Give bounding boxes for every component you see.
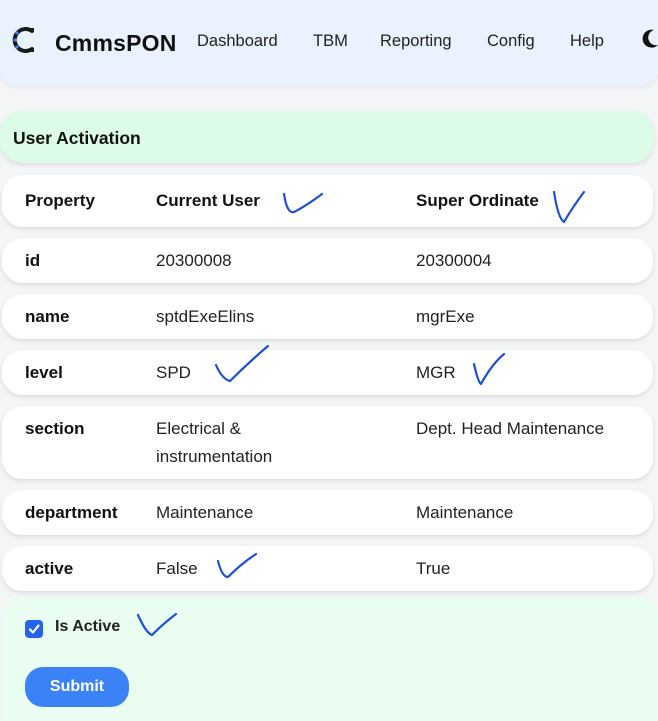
top-navbar: CmmsPON Dashboard TBM Reporting Config H… xyxy=(0,0,658,86)
row-current-value: 20300008 xyxy=(156,251,232,270)
nav-item-config[interactable]: Config xyxy=(487,32,535,51)
column-header-property: Property xyxy=(25,191,95,210)
section-header: User Activation xyxy=(0,111,654,163)
nav-item-dashboard[interactable]: Dashboard xyxy=(197,32,278,51)
table-row-department: department Maintenance Maintenance xyxy=(2,490,653,535)
is-active-checkbox[interactable] xyxy=(25,620,43,638)
row-property: id xyxy=(25,251,41,270)
gear-c-logo-icon[interactable] xyxy=(12,25,38,55)
table-row-name: name sptdExeElins mgrExe xyxy=(2,294,653,339)
row-super-value: True xyxy=(416,559,451,578)
row-super-value: Dept. Head Maintenance xyxy=(416,419,605,438)
moon-icon[interactable] xyxy=(640,28,658,50)
table-row-level: level SPD MGR xyxy=(2,350,653,395)
row-super-value: mgrExe xyxy=(416,307,475,326)
is-active-label[interactable]: Is Active xyxy=(55,618,120,636)
row-super-value: Maintenance xyxy=(416,503,514,522)
row-current-value: Electrical & instrumentation xyxy=(156,419,273,466)
row-property: section xyxy=(25,419,85,438)
brand-title[interactable]: CmmsPON xyxy=(55,30,177,57)
column-header-current-user: Current User xyxy=(156,191,260,210)
nav-item-help[interactable]: Help xyxy=(570,32,604,51)
table-row-section: section Electrical & instrumentation Dep… xyxy=(2,406,653,479)
row-property: level xyxy=(25,363,63,382)
row-super-value: MGR xyxy=(416,363,456,382)
column-header-super-ordinate: Super Ordinate xyxy=(416,191,539,210)
row-super-value: 20300004 xyxy=(416,251,492,270)
row-property: name xyxy=(25,307,70,326)
table-header-row: Property Current User Super Ordinate xyxy=(2,175,653,227)
checkmark-icon xyxy=(28,624,40,634)
submit-button[interactable]: Submit xyxy=(25,667,129,707)
nav-item-reporting[interactable]: Reporting xyxy=(380,32,452,51)
nav-item-tbm[interactable]: TBM xyxy=(313,32,348,51)
table-row-active: active False True xyxy=(2,546,653,591)
row-property: department xyxy=(25,503,118,522)
table-row-id: id 20300008 20300004 xyxy=(2,238,653,283)
row-property: active xyxy=(25,559,74,578)
row-current-value: False xyxy=(156,559,198,578)
row-current-value: Maintenance xyxy=(156,503,254,522)
section-title: User Activation xyxy=(13,128,141,148)
row-current-value: SPD xyxy=(156,363,191,382)
row-current-value: sptdExeElins xyxy=(156,307,255,326)
